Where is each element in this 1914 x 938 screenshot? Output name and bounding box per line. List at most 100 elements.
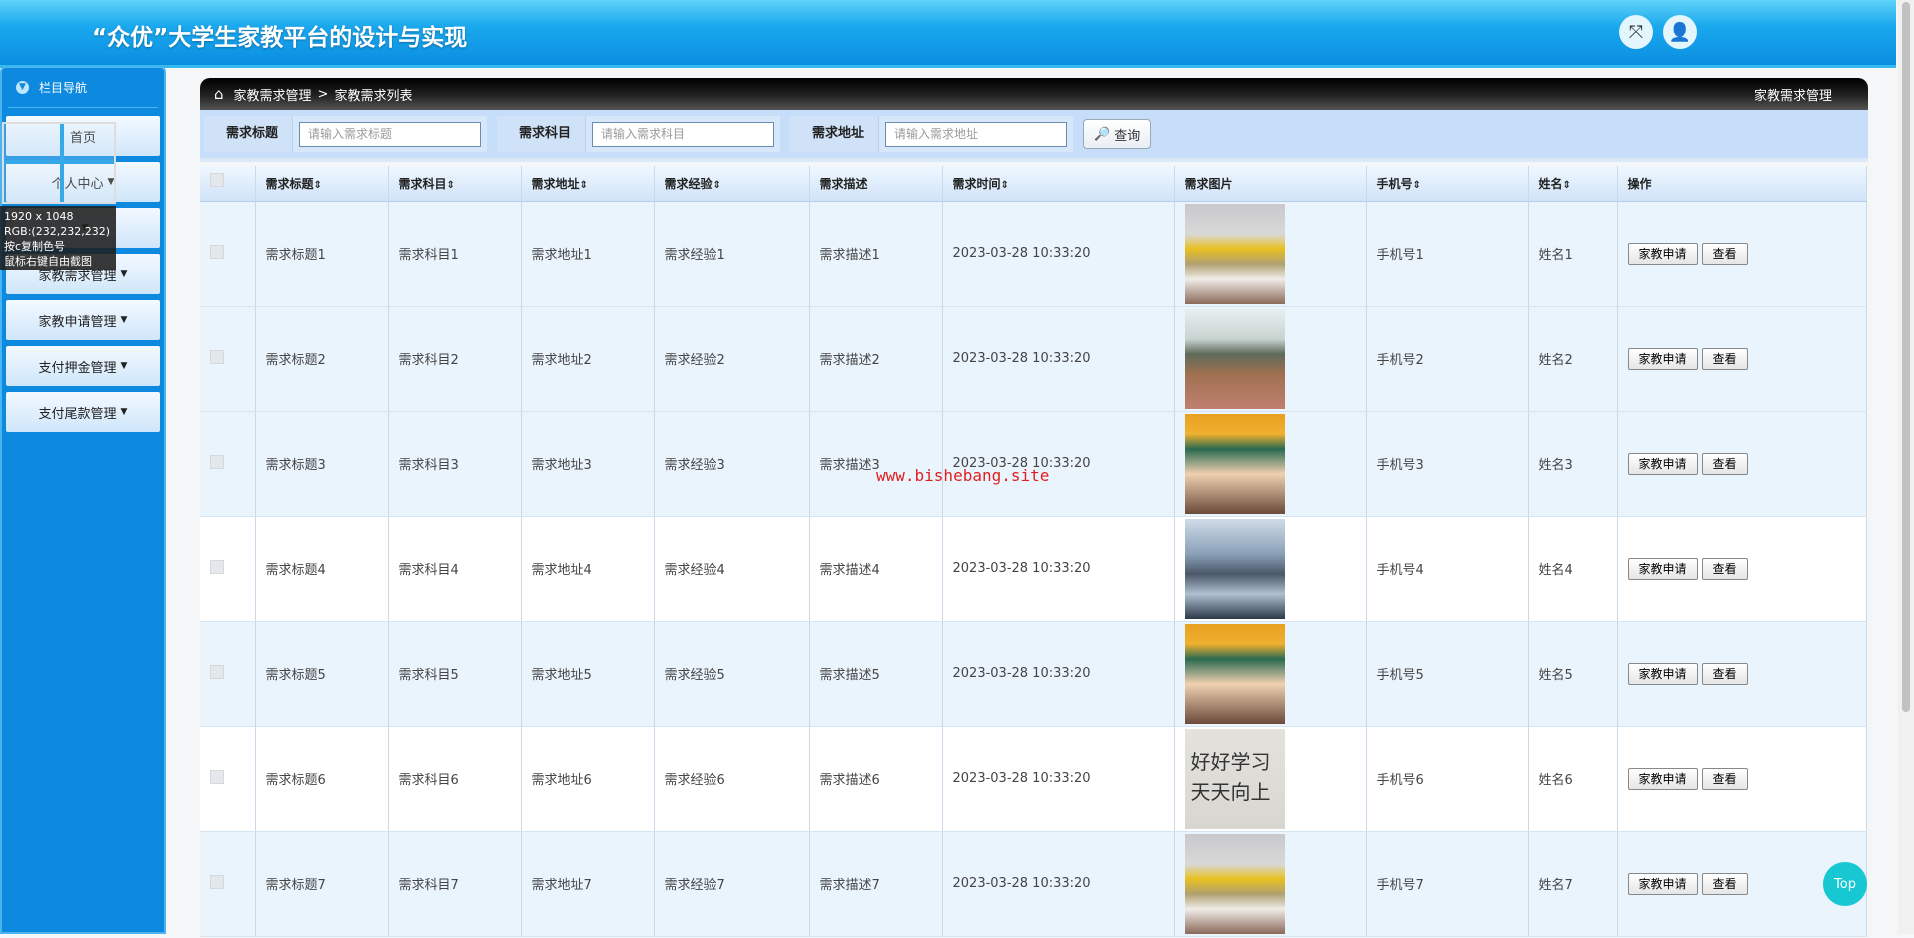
column-header[interactable]: 需求科目⇕ — [388, 166, 522, 202]
demand-image[interactable] — [1184, 308, 1285, 409]
cell-phone: 手机号4 — [1366, 516, 1529, 622]
caret-down-icon: ▼ — [120, 407, 128, 417]
column-header-label: 需求地址 — [531, 176, 580, 191]
sidebar-item-2[interactable]: ▼ — [6, 208, 160, 248]
demand-image[interactable] — [1184, 518, 1285, 619]
column-header[interactable]: 需求地址⇕ — [521, 166, 655, 202]
cell-title: 需求标题6 — [255, 726, 389, 832]
cell-phone: 手机号7 — [1366, 831, 1529, 937]
row-select-cell — [200, 306, 256, 412]
cell-title: 需求标题1 — [255, 201, 389, 307]
apply-button[interactable]: 家教申请 — [1627, 347, 1698, 370]
search-button[interactable]: 🔎 查询 — [1083, 119, 1152, 149]
vertical-scrollbar[interactable] — [1898, 0, 1914, 934]
cell-phone: 手机号6 — [1366, 726, 1529, 832]
column-header[interactable]: 姓名⇕ — [1528, 166, 1618, 202]
cell-phone: 手机号3 — [1366, 411, 1529, 517]
search-subject-input[interactable] — [592, 121, 775, 147]
row-select-cell — [200, 201, 256, 307]
sort-icon[interactable]: ⇕ — [1413, 180, 1421, 191]
column-header[interactable]: 需求时间⇕ — [942, 166, 1175, 202]
apply-button[interactable]: 家教申请 — [1627, 557, 1698, 580]
view-button[interactable]: 查看 — [1701, 557, 1748, 580]
sidebar-item-1[interactable]: 个人中心 ▼ — [6, 162, 160, 202]
apply-button[interactable]: 家教申请 — [1627, 872, 1698, 895]
cell-actions: 家教申请 查看 — [1617, 621, 1867, 727]
sidebar-item-3[interactable]: 家教需求管理 ▼ — [6, 254, 160, 294]
row-checkbox[interactable] — [210, 769, 224, 784]
apply-button[interactable]: 家教申请 — [1627, 767, 1698, 790]
scrollbar-thumb[interactable] — [1902, 2, 1910, 712]
sidebar-item-4[interactable]: 家教申请管理 ▼ — [6, 300, 160, 340]
cell-phone: 手机号2 — [1366, 306, 1529, 412]
apply-button[interactable]: 家教申请 — [1627, 452, 1698, 475]
sidebar-item-0[interactable]: 首页 — [6, 116, 160, 156]
row-select-cell — [200, 516, 256, 622]
demand-image[interactable] — [1184, 413, 1285, 514]
user-icon[interactable]: 👤 — [1663, 15, 1697, 49]
row-select-cell — [200, 411, 256, 517]
search-title-input[interactable] — [299, 121, 482, 147]
sidebar-item-label: 支付押金管理 — [38, 360, 117, 376]
column-header[interactable]: 需求经验⇕ — [654, 166, 810, 202]
view-button[interactable]: 查看 — [1701, 767, 1748, 790]
cell-subject: 需求科目7 — [388, 831, 522, 937]
column-header[interactable]: 需求标题⇕ — [255, 166, 389, 202]
sort-icon[interactable]: ⇕ — [1563, 180, 1571, 191]
row-checkbox[interactable] — [210, 349, 224, 364]
sidebar-item-label: 支付尾款管理 — [38, 406, 117, 422]
app-title: “众优”大学生家教平台的设计与实现 — [92, 25, 468, 51]
sort-icon[interactable]: ⇕ — [314, 180, 322, 191]
home-icon[interactable]: ⌂ — [214, 85, 224, 103]
sort-icon[interactable]: ⇕ — [580, 180, 588, 191]
cell-image — [1174, 201, 1367, 307]
cell-title: 需求标题5 — [255, 621, 389, 727]
cell-actions: 家教申请 查看 — [1617, 726, 1867, 832]
sidebar-item-6[interactable]: 支付尾款管理 ▼ — [6, 392, 160, 432]
cell-image — [1174, 831, 1367, 937]
demand-image[interactable] — [1184, 623, 1285, 724]
apply-button[interactable]: 家教申请 — [1627, 662, 1698, 685]
search-label-subject: 需求科目 — [497, 116, 587, 152]
demand-image[interactable]: 好好学习 天天向上 — [1184, 728, 1285, 829]
demand-table: 需求标题⇕ 需求科目⇕ 需求地址⇕ 需求经验⇕ 需求描述 需求时间⇕ 需求图片 手机号⇕ 姓名⇕… — [200, 166, 1867, 937]
apply-button[interactable]: 家教申请 — [1627, 242, 1698, 265]
sidebar-item-5[interactable]: 支付押金管理 ▼ — [6, 346, 160, 386]
view-button[interactable]: 查看 — [1701, 242, 1748, 265]
fullscreen-icon[interactable]: ⤧ — [1619, 15, 1653, 49]
caret-down-icon: ▼ — [120, 315, 128, 325]
cell-desc: 需求描述1 — [809, 201, 943, 307]
row-checkbox[interactable] — [210, 664, 224, 679]
column-header-label: 需求科目 — [398, 176, 447, 191]
row-select-cell — [200, 726, 256, 832]
view-button[interactable]: 查看 — [1701, 452, 1748, 475]
column-header-label: 姓名 — [1538, 176, 1563, 191]
row-checkbox[interactable] — [210, 559, 224, 574]
sort-icon[interactable]: ⇕ — [1001, 180, 1009, 191]
breadcrumb-level1[interactable]: 家教需求管理 — [234, 85, 312, 104]
demand-image[interactable] — [1184, 203, 1285, 304]
demand-image[interactable] — [1184, 833, 1285, 934]
sort-icon[interactable]: ⇕ — [447, 180, 455, 191]
cell-name: 姓名7 — [1528, 831, 1618, 937]
column-header[interactable]: 手机号⇕ — [1366, 166, 1529, 202]
cell-actions: 家教申请 查看 — [1617, 411, 1867, 517]
table-row: 需求标题2 需求科目2 需求地址2 需求经验2 需求描述2 2023-03-28 10:3… — [200, 306, 1867, 412]
search-address-input[interactable] — [885, 121, 1068, 147]
sidebar-menu: 首页 个人中心 ▼ ▼ 家教需求管理 ▼ 家教申请管理 ▼ 支付押金管理 ▼ 支付尾款管理 ▼ — [2, 108, 164, 432]
search-group-subject: 需求科目 — [497, 116, 781, 152]
cell-image — [1174, 621, 1367, 727]
view-button[interactable]: 查看 — [1701, 662, 1748, 685]
sidebar-item-label: 个人中心 — [51, 176, 104, 192]
view-button[interactable]: 查看 — [1701, 347, 1748, 370]
cell-name: 姓名3 — [1528, 411, 1618, 517]
select-all-checkbox[interactable] — [210, 173, 224, 188]
view-button[interactable]: 查看 — [1701, 872, 1748, 895]
back-to-top-button[interactable]: Top — [1823, 862, 1867, 906]
row-checkbox[interactable] — [210, 244, 224, 259]
cell-address: 需求地址1 — [521, 201, 655, 307]
cell-address: 需求地址4 — [521, 516, 655, 622]
sort-icon[interactable]: ⇕ — [713, 180, 721, 191]
row-checkbox[interactable] — [210, 454, 224, 469]
row-checkbox[interactable] — [210, 874, 224, 889]
